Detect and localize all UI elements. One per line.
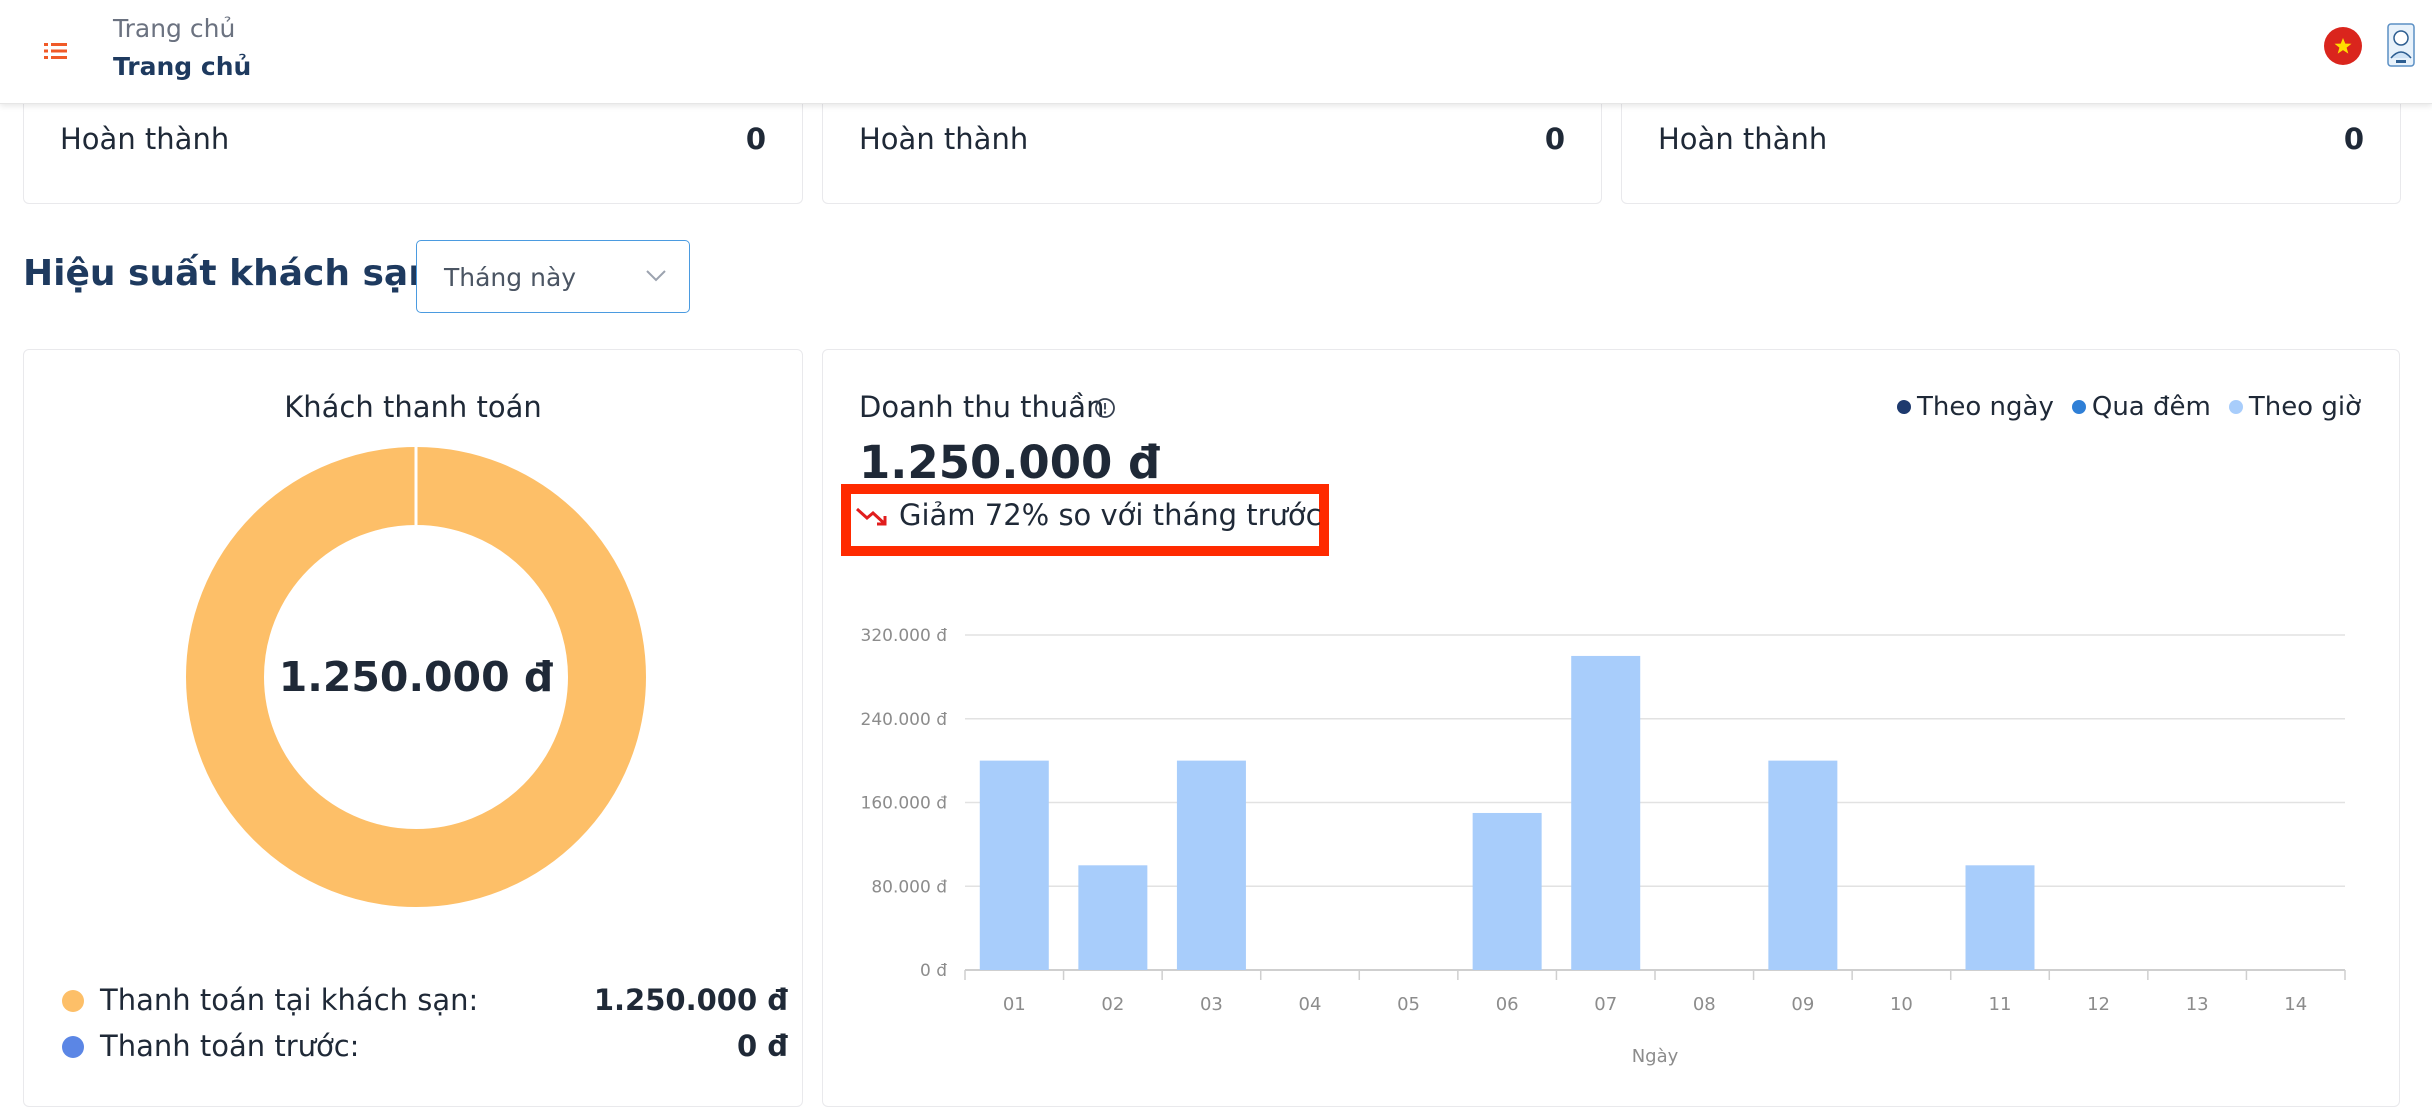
- x-tick-label: 14: [2284, 994, 2307, 1015]
- x-tick-label: 02: [1101, 994, 1124, 1015]
- x-tick-label: 06: [1496, 994, 1519, 1015]
- y-tick-label: 0 đ: [920, 961, 947, 981]
- bar-03[interactable]: [1176, 760, 1246, 970]
- legend-value: 0 đ: [736, 1029, 788, 1063]
- bar-02[interactable]: [1078, 865, 1148, 970]
- x-tick-label: 04: [1299, 994, 1322, 1015]
- x-tick-label: 01: [1003, 994, 1026, 1015]
- legend-pay-at-hotel: Thanh toán tại khách sạn: 1.250.000 đ: [62, 980, 788, 1020]
- revenue-bar-chart: 0 đ 80.000 đ 160.000 đ 240.000 đ 320.000 đ 01…: [861, 626, 2346, 1067]
- x-tick-label: 07: [1594, 994, 1617, 1015]
- section-title: Hiệu suất khách sạn: [23, 253, 434, 294]
- period-select-value: Tháng này: [444, 263, 577, 292]
- summary-value: 0: [745, 122, 766, 156]
- bar-11[interactable]: [1965, 865, 2035, 970]
- y-tick-label: 160.000 đ: [861, 794, 948, 814]
- x-tick-label: 10: [1890, 994, 1913, 1015]
- bar-06[interactable]: [1472, 812, 1542, 970]
- x-tick-label: 13: [2186, 994, 2209, 1015]
- legend-dot: [62, 1036, 84, 1058]
- summary-label: Hoàn thành: [60, 122, 230, 156]
- x-tick-label: 05: [1397, 994, 1420, 1015]
- x-tick-label: 09: [1791, 994, 1814, 1015]
- legend-label: Thanh toán tại khách sạn:: [100, 983, 479, 1017]
- legend-value: 1.250.000 đ: [593, 983, 788, 1017]
- bar-07[interactable]: [1571, 655, 1641, 970]
- bar-01[interactable]: [979, 760, 1049, 970]
- page-title: Trang chủ: [113, 52, 252, 81]
- legend-label: Thanh toán trước:: [100, 1029, 360, 1063]
- chevron-down-icon: [646, 270, 666, 282]
- x-tick-label: 03: [1200, 994, 1223, 1015]
- x-axis-label: Ngày: [1632, 1046, 1679, 1067]
- summary-label: Hoàn thành: [1658, 122, 1828, 156]
- legend-dot: [62, 990, 84, 1012]
- user-avatar-icon[interactable]: [2378, 20, 2424, 72]
- x-tick-label: 08: [1693, 994, 1716, 1015]
- payment-card: Khách thanh toán 1.250.000 đ Thanh toán …: [23, 349, 803, 1107]
- bar-09[interactable]: [1768, 760, 1838, 970]
- payment-card-title: Khách thanh toán: [284, 390, 542, 424]
- y-tick-label: 80.000 đ: [871, 877, 947, 897]
- revenue-card: Doanh thu thuần 1.250.000 đ Giảm 72% so …: [822, 349, 2400, 1107]
- donut-center-total: 1.250.000 đ: [278, 653, 554, 701]
- y-tick-label: 320.000 đ: [861, 626, 948, 646]
- top-bar: Trang chủ Trang chủ: [0, 0, 2432, 104]
- summary-label: Hoàn thành: [859, 122, 1029, 156]
- summary-value: 0: [1544, 122, 1565, 156]
- legend-prepaid: Thanh toán trước: 0 đ: [62, 1026, 788, 1066]
- period-select[interactable]: Tháng này: [416, 240, 690, 313]
- menu-toggle-icon[interactable]: [40, 36, 74, 66]
- breadcrumb-parent[interactable]: Trang chủ: [113, 14, 235, 43]
- x-tick-label: 12: [2087, 994, 2110, 1015]
- summary-value: 0: [2343, 122, 2364, 156]
- vietnam-flag-icon[interactable]: [2324, 27, 2362, 65]
- x-tick-label: 11: [1989, 994, 2012, 1015]
- y-tick-label: 240.000 đ: [861, 710, 948, 730]
